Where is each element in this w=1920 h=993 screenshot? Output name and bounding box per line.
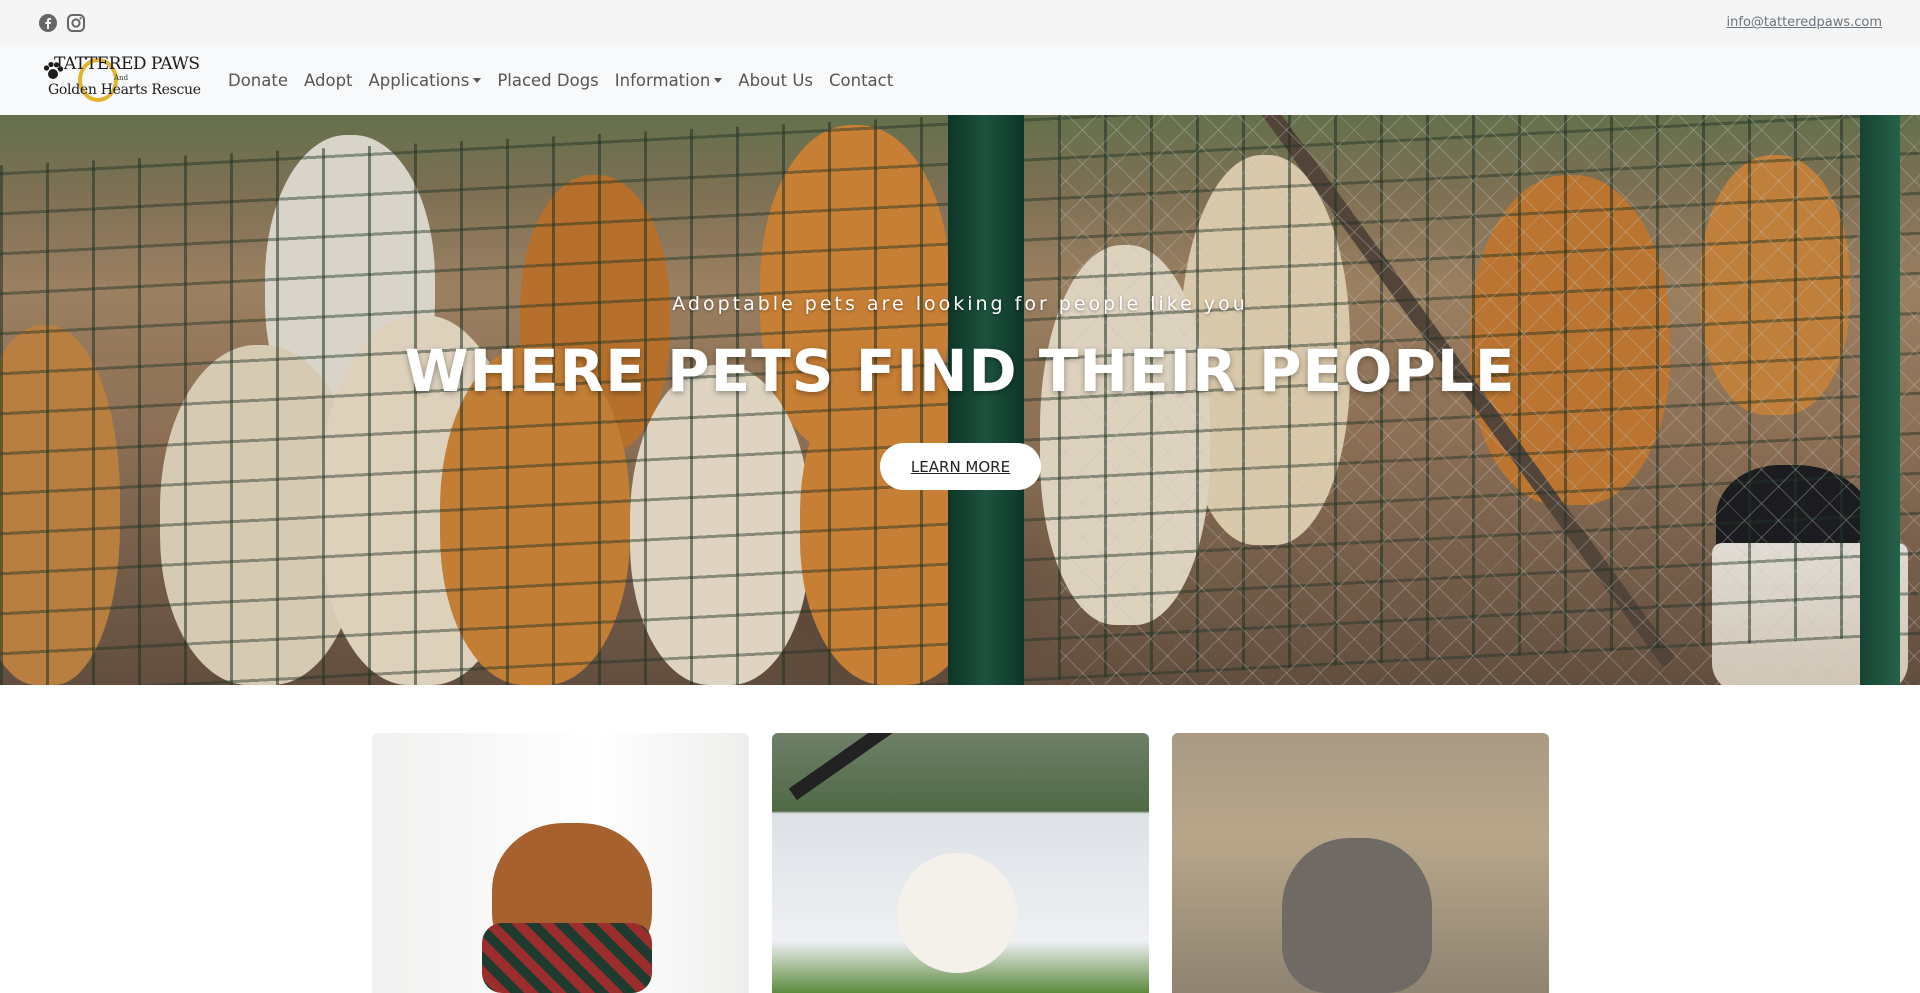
logo-line-1: TATTERED PAWS [54,54,200,74]
hero-subtitle: Adoptable pets are looking for people li… [672,293,1248,315]
top-utility-bar: info@tatteredpaws.com [0,0,1920,45]
learn-more-button[interactable]: LEARN MORE [880,443,1041,490]
hero-content: Adoptable pets are looking for people li… [0,115,1920,685]
dog-card[interactable] [1172,733,1549,993]
site-logo[interactable]: TATTERED PAWS And Golden Hearts Rescue [40,52,201,108]
dog-photo-rail [788,733,896,801]
nav-links: Donate Adopt Applications Placed Dogs In… [220,71,901,90]
nav-placed-dogs[interactable]: Placed Dogs [489,71,606,90]
main-navbar: TATTERED PAWS And Golden Hearts Rescue D… [0,45,1920,115]
nav-adopt[interactable]: Adopt [296,71,361,90]
nav-placed-dogs-label: Placed Dogs [497,70,599,90]
nav-information-dropdown[interactable]: Information [607,71,731,90]
contact-email-link[interactable]: info@tatteredpaws.com [1727,15,1882,30]
nav-contact[interactable]: Contact [821,71,901,90]
hero-banner: Adoptable pets are looking for people li… [0,115,1920,685]
social-links [38,13,86,33]
nav-about-us-label: About Us [738,70,813,90]
dog-bandana [482,923,652,993]
nav-contact-label: Contact [829,70,894,90]
nav-applications-label: Applications [368,70,470,90]
dog-card[interactable] [772,733,1149,993]
dog-photo [1282,838,1432,993]
nav-about-us[interactable]: About Us [730,71,821,90]
dog-card[interactable] [372,733,749,993]
nav-adopt-label: Adopt [304,70,353,90]
hero-title: WHERE PETS FIND THEIR PEOPLE [404,337,1516,405]
logo-line-2: Golden Hearts Rescue [48,82,201,98]
dog-photo [897,853,1017,973]
facebook-icon[interactable] [38,13,58,33]
nav-applications-dropdown[interactable]: Applications [361,71,490,90]
caret-down-icon [714,77,723,83]
nav-donate-label: Donate [228,70,288,90]
instagram-icon[interactable] [66,13,86,33]
logo-and: And [114,74,129,82]
nav-information-label: Information [614,70,711,90]
caret-down-icon [473,77,482,83]
nav-donate[interactable]: Donate [220,71,296,90]
